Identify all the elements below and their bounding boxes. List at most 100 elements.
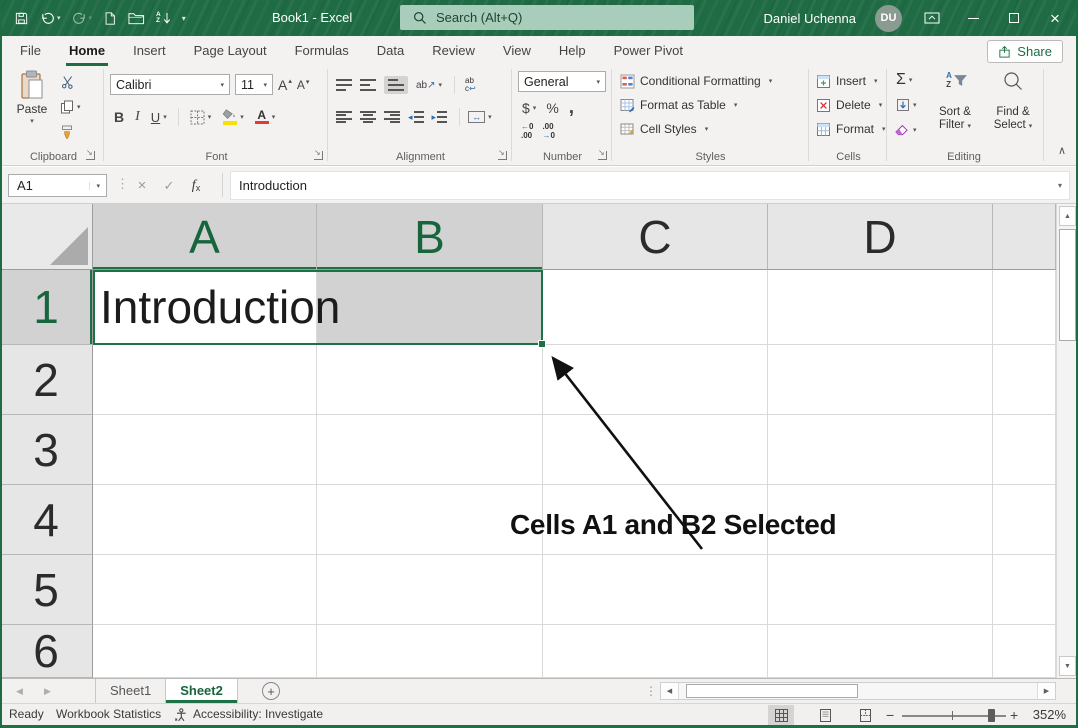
cell-A6[interactable] [93, 625, 317, 678]
decrease-decimal-button[interactable]: .00→0 [542, 123, 554, 140]
conditional-formatting-button[interactable]: Conditional Formatting ▾ [620, 70, 772, 92]
middle-align-button[interactable] [360, 79, 376, 91]
page-layout-view-button[interactable] [812, 705, 838, 725]
find-select-button[interactable]: Find & Select▾ [984, 106, 1042, 133]
search-input[interactable]: Search (Alt+Q) [400, 5, 694, 30]
number-format-select[interactable]: General ▾ [518, 71, 606, 92]
qat-customize-icon[interactable]: ▾ [182, 14, 186, 23]
scroll-down-button[interactable]: ▼ [1059, 656, 1076, 676]
tab-data[interactable]: Data [363, 36, 418, 66]
merge-center-button[interactable]: ↔ ▾ [468, 111, 492, 123]
cell-B2[interactable] [317, 345, 543, 415]
next-sheet-button[interactable]: ▶ [44, 679, 51, 703]
clipboard-dialog-launcher-icon[interactable] [86, 151, 95, 160]
insert-function-button[interactable]: fx [184, 174, 208, 197]
tab-page-layout[interactable]: Page Layout [180, 36, 281, 66]
clear-button[interactable]: ▾ [894, 123, 917, 137]
copy-dropdown-icon[interactable]: ▾ [77, 103, 81, 111]
zoom-in-button[interactable]: + [1010, 704, 1018, 726]
format-cells-button[interactable]: Format ▾ [816, 118, 886, 140]
page-break-preview-button[interactable] [852, 705, 878, 725]
vertical-scrollbar[interactable]: ▲ ▼ [1056, 204, 1078, 678]
row-header-2[interactable]: 2 [0, 345, 93, 415]
previous-sheet-button[interactable]: ◀ [16, 679, 23, 703]
sort-filter-button[interactable]: Sort & Filter▾ [924, 106, 986, 133]
cell-B6[interactable] [317, 625, 543, 678]
horizontal-scrollbar-thumb[interactable] [686, 684, 858, 698]
bottom-align-button[interactable] [384, 76, 408, 94]
font-color-button[interactable]: A ▾ [255, 110, 276, 125]
cancel-button[interactable]: × [130, 174, 154, 197]
increase-font-size-button[interactable]: A▴ [278, 77, 292, 93]
cell-extra3[interactable] [993, 415, 1056, 485]
align-right-button[interactable] [384, 111, 400, 123]
underline-dropdown-icon[interactable]: ▾ [163, 113, 167, 121]
row-header-6[interactable]: 6 [0, 625, 93, 678]
cell-styles-button[interactable]: Cell Styles ▾ [620, 118, 708, 140]
fill-color-dropdown-icon[interactable]: ▾ [240, 113, 244, 121]
autosum-button[interactable]: Σ ▾ [896, 72, 912, 88]
decrease-font-size-button[interactable]: A▾ [297, 78, 310, 92]
borders-dropdown-icon[interactable]: ▾ [208, 113, 212, 121]
select-all-corner[interactable] [0, 204, 93, 270]
share-button[interactable]: Share [987, 40, 1063, 63]
cell-D6[interactable] [768, 625, 993, 678]
cell-B3[interactable] [317, 415, 543, 485]
workbook-statistics-button[interactable]: Workbook Statistics [56, 704, 161, 725]
save-button[interactable] [14, 11, 29, 26]
column-header-A[interactable]: A [93, 204, 317, 270]
italic-button[interactable]: I [135, 109, 140, 125]
top-align-button[interactable] [336, 79, 352, 91]
enter-button[interactable]: ✓ [157, 174, 181, 197]
redo-dropdown-icon[interactable]: ▾ [89, 14, 93, 22]
cell-extra5[interactable] [993, 555, 1056, 625]
cell-C6[interactable] [543, 625, 768, 678]
user-name[interactable]: Daniel Uchenna [763, 11, 856, 26]
name-box[interactable]: A1 ▾ [8, 174, 107, 197]
cell-extra2[interactable] [993, 345, 1056, 415]
underline-button[interactable]: U▾ [151, 110, 167, 125]
new-file-button[interactable] [103, 11, 117, 26]
undo-dropdown-icon[interactable]: ▾ [57, 14, 61, 22]
tab-view[interactable]: View [489, 36, 545, 66]
orientation-dropdown-icon[interactable]: ▾ [439, 81, 443, 89]
zoom-slider-thumb[interactable] [988, 709, 995, 722]
cell-A2[interactable] [93, 345, 317, 415]
formula-bar-drag-handle[interactable]: ⋮ [116, 176, 129, 192]
font-color-dropdown-icon[interactable]: ▾ [272, 113, 276, 121]
vertical-scrollbar-thumb[interactable] [1059, 229, 1076, 341]
row-header-1[interactable]: 1 [0, 270, 93, 345]
cell-D2[interactable] [768, 345, 993, 415]
paste-dropdown-icon[interactable]: ▾ [30, 117, 34, 125]
collapse-ribbon-icon[interactable]: ∧ [1058, 144, 1066, 157]
cell-C1[interactable] [543, 270, 768, 345]
font-family-select[interactable]: Calibri ▾ [110, 74, 230, 95]
clear-dropdown-icon[interactable]: ▾ [913, 126, 917, 134]
zoom-percentage[interactable]: 352% [1026, 704, 1066, 725]
column-header-C[interactable]: C [543, 204, 768, 270]
column-header-extra[interactable] [993, 204, 1056, 270]
close-button[interactable]: × [1044, 0, 1066, 36]
accounting-dropdown-icon[interactable]: ▾ [533, 104, 537, 112]
horizontal-scrollbar[interactable]: ◀ ▶ [660, 682, 1056, 700]
cell-A4[interactable] [93, 485, 317, 555]
scroll-right-button[interactable]: ▶ [1037, 683, 1055, 699]
cell-A1[interactable]: Introduction [93, 270, 317, 345]
undo-button[interactable]: ▾ [40, 11, 61, 26]
column-header-D[interactable]: D [768, 204, 993, 270]
font-dialog-launcher-icon[interactable] [314, 151, 323, 160]
alignment-dialog-launcher-icon[interactable] [498, 151, 507, 160]
autosum-dropdown-icon[interactable]: ▾ [909, 76, 913, 84]
cell-extra4[interactable] [993, 485, 1056, 555]
percent-style-button[interactable]: % [546, 100, 558, 116]
redo-button[interactable]: ▾ [72, 11, 93, 26]
cell-A5[interactable] [93, 555, 317, 625]
fill-color-button[interactable]: ▾ [222, 109, 244, 125]
cut-button[interactable] [61, 75, 75, 89]
cell-A3[interactable] [93, 415, 317, 485]
row-header-3[interactable]: 3 [0, 415, 93, 485]
bold-button[interactable]: B [114, 109, 124, 125]
scroll-up-button[interactable]: ▲ [1059, 206, 1076, 226]
center-button[interactable] [360, 111, 376, 123]
cell-extra6[interactable] [993, 625, 1056, 678]
